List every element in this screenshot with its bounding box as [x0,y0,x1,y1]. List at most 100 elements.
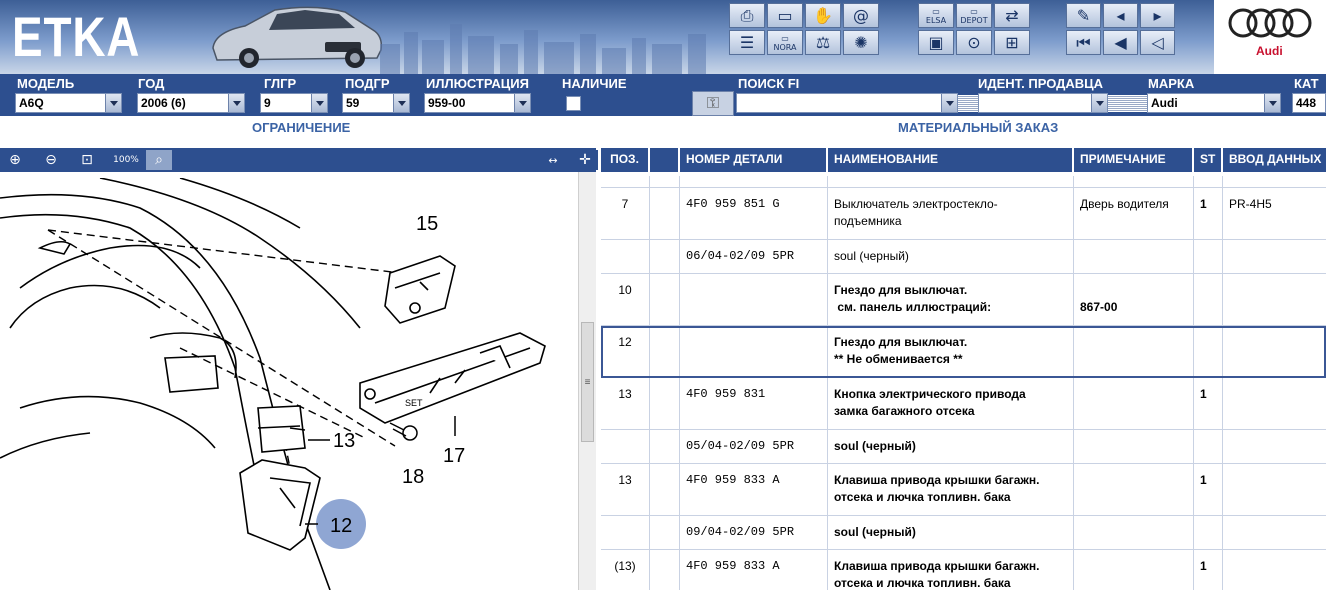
chevron-down-icon[interactable] [1091,94,1107,112]
audi-rings-icon [1228,8,1312,38]
table-row[interactable]: 05/04-02/09 5PR soul (черный) [601,430,1326,464]
pin-icon[interactable]: ✎ [1066,3,1101,28]
row-part-number: 4F0 959 833 A [680,550,828,590]
elsa-icon[interactable]: ▭ ELSA [918,3,954,28]
sub-group-select[interactable]: 59 [342,93,410,113]
parts-illustration[interactable]: 15 SET 17 13 18 12 [0,178,578,590]
zoom-in-icon[interactable]: ⊕ [2,150,28,170]
col-name[interactable]: НАИМЕНОВАНИЕ [828,148,1074,172]
sub-group-label: ПОДГР [345,76,390,91]
row-input[interactable] [1223,516,1326,549]
key-icon[interactable]: ⚿ [692,91,734,116]
nora-icon[interactable]: ▭ NORA [767,30,803,55]
scrollbar-thumb[interactable]: ≡ [581,322,594,442]
table-row-selected[interactable]: 12 Гнездо для выключат. ** Не обмениваетс… [601,326,1326,378]
row-input[interactable]: PR-4H5 [1223,188,1326,239]
callout-15[interactable]: 15 [416,213,438,235]
window-icon[interactable]: ▭ [767,3,803,28]
prev-icon[interactable]: ◀ [1103,30,1138,55]
model-select[interactable]: A6Q [15,93,122,113]
row-input[interactable] [1223,550,1326,590]
row-input[interactable] [1223,464,1326,515]
page-forward-icon[interactable]: ▸ [1140,3,1175,28]
list-icon[interactable]: ☰ [729,30,765,55]
audi-logo: Audi [1214,0,1326,74]
chevron-down-icon[interactable] [228,94,244,112]
row-input[interactable] [1223,274,1326,325]
chevron-down-icon[interactable] [393,94,409,112]
chevron-down-icon[interactable] [105,94,121,112]
row-part-number: 4F0 959 833 A [680,464,828,515]
callout-12[interactable]: 12 [330,515,352,537]
row-st: 1 [1194,464,1223,515]
row-note [1074,378,1194,429]
callout-17[interactable]: 17 [443,445,465,467]
table-row[interactable]: 13 4F0 959 833 A Клавиша привода крышки … [601,464,1326,516]
col-blank [650,148,680,172]
city-skyline [380,24,706,74]
zoom-out-icon[interactable]: ⊖ [38,150,64,170]
row-name: soul (черный) [828,430,1074,463]
illustration-select[interactable]: 959-00 [424,93,531,113]
table-row[interactable]: 09/04-02/09 5PR soul (черный) [601,516,1326,550]
row-input[interactable] [1223,240,1326,273]
at-email-icon[interactable]: @ [843,3,879,28]
car-icon[interactable]: ⊙ [956,30,992,55]
scale-icon[interactable]: ⚖ [805,30,841,55]
handshake-icon[interactable]: ✋ [805,3,841,28]
back-icon[interactable]: ◁ [1140,30,1175,55]
zoom-area-icon[interactable]: ⊡ [74,150,100,170]
material-order-label[interactable]: МАТЕРИАЛЬНЫЙ ЗАКАЗ [898,120,1058,135]
row-input[interactable] [1223,326,1326,377]
col-st[interactable]: ST [1194,148,1223,172]
depot-icon[interactable]: ▭ DEPOT [956,3,992,28]
toolbar-group-2: ▭ ELSA ▭ DEPOT ⇄ ▣ ⊙ ⊞ [918,3,1042,55]
row-name: Гнездо для выключат. ** Не обменивается *… [828,326,1074,377]
cart-icon[interactable]: ⊞ [994,30,1030,55]
table-row[interactable]: 10 Гнездо для выключат. см. панель иллюс… [601,274,1326,326]
row-st: 1 [1194,188,1223,239]
row-input[interactable] [1223,378,1326,429]
zoom-fit-icon[interactable]: ⌕ [146,150,172,170]
page-back-icon[interactable]: ◂ [1103,3,1138,28]
svg-text:SET: SET [405,398,423,408]
col-input[interactable]: ВВОД ДАННЫХ [1223,148,1326,172]
table-row[interactable]: 7 4F0 959 851 G Выключатель электростекл… [601,188,1326,240]
chevron-down-icon[interactable] [941,94,957,112]
row-note [1074,326,1194,377]
fit-width-icon[interactable]: ↔ [538,150,568,170]
table-row[interactable]: (13) 4F0 959 833 A Клавиша привода крышк… [601,550,1326,590]
callout-18[interactable]: 18 [402,466,424,488]
dealer-id-select[interactable] [978,93,1108,113]
row-note [1074,430,1194,463]
first-icon[interactable]: ⏮ [1066,30,1101,55]
row-pos: (13) [601,550,650,590]
chevron-down-icon[interactable] [311,94,327,112]
main-group-label: ГЛГР [264,76,297,91]
table-row[interactable]: 13 4F0 959 831 Кнопка электрического при… [601,378,1326,430]
search-fi-select[interactable] [736,93,958,113]
callout-13[interactable]: 13 [333,430,355,452]
table-row[interactable]: 06/04-02/09 5PR soul (черный) [601,240,1326,274]
col-pos[interactable]: ПОЗ. [601,148,650,172]
cart-transfer-icon[interactable]: ⇄ [994,3,1030,28]
availability-checkbox[interactable] [566,96,581,111]
col-note[interactable]: ПРИМЕЧАНИЕ [1074,148,1194,172]
brand-select[interactable]: Audi [1147,93,1281,113]
chevron-down-icon[interactable] [514,94,530,112]
year-select[interactable]: 2006 (6) [137,93,245,113]
row-input[interactable] [1223,430,1326,463]
chevron-down-icon[interactable] [1264,94,1280,112]
monitor-car-icon[interactable]: ▣ [918,30,954,55]
catalog-value[interactable]: 448 [1292,93,1326,113]
brand-label: МАРКА [1148,76,1195,91]
row-part-number: 06/04-02/09 5PR [680,240,828,273]
col-part-number[interactable]: НОМЕР ДЕТАЛИ [680,148,828,172]
zoom-100-icon[interactable]: 100% [110,150,142,170]
main-group-select[interactable]: 9 [260,93,328,113]
move-icon[interactable]: ✛ [572,150,598,170]
vertical-scrollbar[interactable]: ≡ [578,172,596,590]
wheel-icon[interactable]: ✺ [843,30,879,55]
printer-icon[interactable]: ⎙ [729,3,765,28]
restriction-label[interactable]: ОГРАНИЧЕНИЕ [252,120,350,135]
